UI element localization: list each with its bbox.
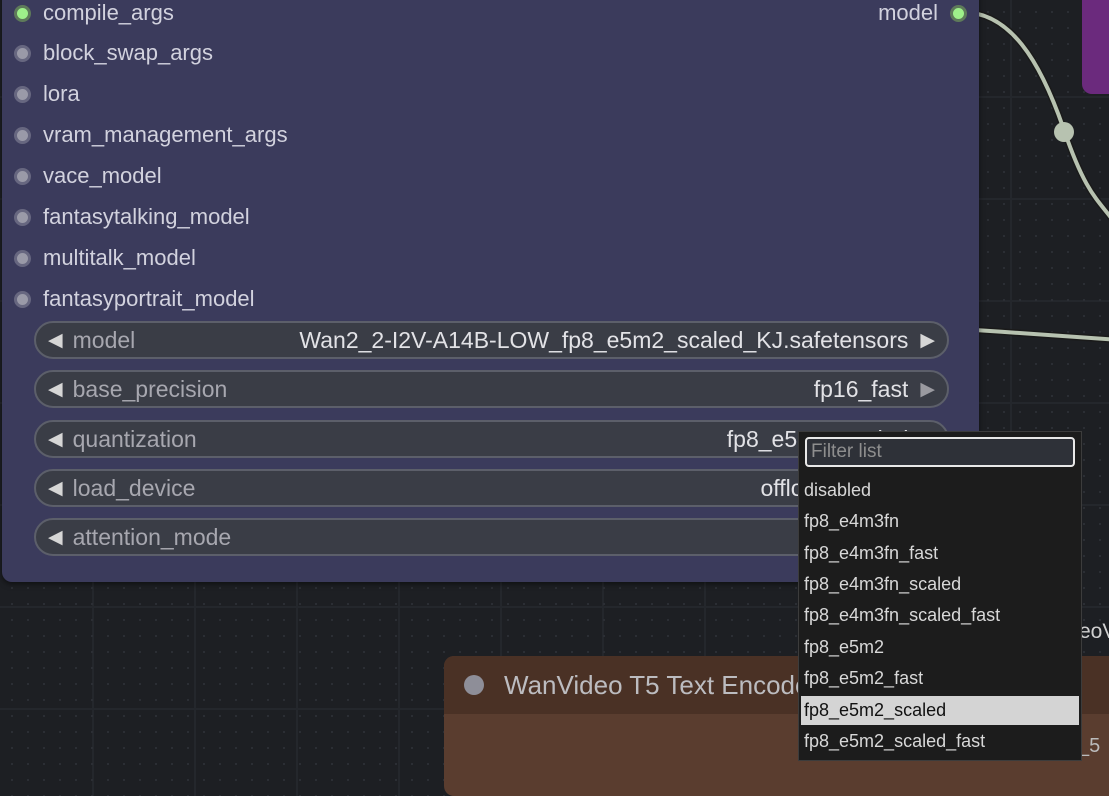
widget-label: model xyxy=(72,326,136,353)
output-model[interactable]: model xyxy=(878,0,967,28)
input-label: compile_args xyxy=(43,0,174,25)
input-label: fantasytalking_model xyxy=(43,204,250,229)
dropdown-option[interactable]: disabled xyxy=(801,476,1079,505)
left-arrow-icon[interactable]: ◀ xyxy=(36,477,73,500)
slot-dot-icon[interactable] xyxy=(14,126,31,144)
slot-dot-icon[interactable] xyxy=(14,167,31,185)
dropdown-option[interactable]: fp8_e4m3fn_fast xyxy=(801,539,1079,568)
input-block-swap-args[interactable]: block_swap_args xyxy=(14,38,213,68)
input-label: fantasyportrait_model xyxy=(43,286,255,311)
slot-dot-icon[interactable] xyxy=(14,249,31,267)
widget-value: fp16_fast xyxy=(813,375,909,402)
collapse-dot-icon[interactable] xyxy=(464,675,484,695)
quantization-dropdown[interactable]: disabled fp8_e4m3fn fp8_e4m3fn_fast fp8_… xyxy=(798,431,1082,761)
input-vram-management-args[interactable]: vram_management_args xyxy=(14,120,288,150)
input-label: vram_management_args xyxy=(43,122,288,147)
widget-label: load_device xyxy=(72,474,196,501)
input-label: vace_model xyxy=(43,163,162,188)
slot-dot-icon[interactable] xyxy=(14,85,31,103)
widget-base-precision[interactable]: ◀ base_precision fp16_fast ▶ xyxy=(34,370,949,408)
dropdown-option[interactable]: fp8_e5m2 xyxy=(801,633,1079,662)
input-fantasyportrait-model[interactable]: fantasyportrait_model xyxy=(14,284,255,314)
left-arrow-icon[interactable]: ◀ xyxy=(36,428,73,451)
input-multitalk-model[interactable]: multitalk_model xyxy=(14,243,196,273)
input-vace-model[interactable]: vace_model xyxy=(14,161,162,191)
input-label: multitalk_model xyxy=(43,245,196,270)
node-title: WanVideo T5 Text Encoder xyxy=(504,669,819,700)
purple-node-fragment[interactable] xyxy=(1082,0,1109,94)
left-arrow-icon[interactable]: ◀ xyxy=(36,329,73,352)
widget-label: quantization xyxy=(72,425,197,452)
slot-dot-icon[interactable] xyxy=(14,290,31,308)
output-label: model xyxy=(878,0,938,25)
left-arrow-icon[interactable]: ◀ xyxy=(36,378,73,401)
left-arrow-icon[interactable]: ◀ xyxy=(36,526,73,549)
filter-list-input[interactable] xyxy=(805,437,1075,467)
slot-dot-icon[interactable] xyxy=(14,44,31,62)
input-label: lora xyxy=(43,81,80,106)
output-slot-icon[interactable] xyxy=(950,4,967,22)
widget-label: base_precision xyxy=(72,375,228,402)
secondary-link xyxy=(974,326,1109,343)
dropdown-option[interactable]: fp8_e5m2_scaled_fast xyxy=(801,727,1079,756)
dropdown-option[interactable]: fp8_e4m3fn xyxy=(801,507,1079,536)
widget-label: attention_mode xyxy=(72,523,232,550)
link-reroute-dot[interactable] xyxy=(1054,122,1074,142)
right-arrow-icon[interactable]: ▶ xyxy=(908,329,947,352)
input-label: block_swap_args xyxy=(43,40,213,65)
dropdown-option[interactable]: fp8_e4m3fn_scaled_fast xyxy=(801,601,1079,630)
input-lora[interactable]: lora xyxy=(14,79,80,109)
slot-dot-icon[interactable] xyxy=(14,208,31,226)
input-compile-args[interactable]: compile_args xyxy=(14,0,174,28)
offscreen-node-title-fragment: eoV xyxy=(1079,620,1109,643)
widget-value: Wan2_2-I2V-A14B-LOW_fp8_e5m2_scaled_KJ.s… xyxy=(299,326,909,353)
right-arrow-icon[interactable]: ▶ xyxy=(908,378,947,401)
widget-model[interactable]: ◀ model Wan2_2-I2V-A14B-LOW_fp8_e5m2_sca… xyxy=(34,321,949,359)
input-fantasytalking-model[interactable]: fantasytalking_model xyxy=(14,202,250,232)
connected-slot-icon[interactable] xyxy=(14,4,31,22)
dropdown-option[interactable]: fp8_e4m3fn_scaled xyxy=(801,570,1079,599)
dropdown-option[interactable]: fp8_e5m2_fast xyxy=(801,664,1079,693)
dropdown-option-selected[interactable]: fp8_e5m2_scaled xyxy=(801,696,1079,725)
